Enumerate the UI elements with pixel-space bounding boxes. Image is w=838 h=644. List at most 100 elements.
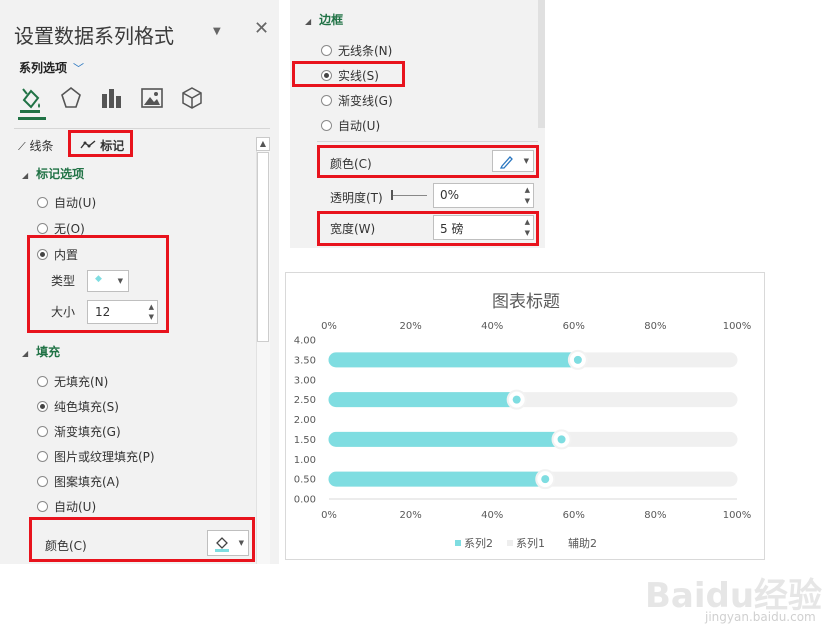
chart-legend[interactable]: 系列2 系列1 辅助2 (286, 535, 766, 551)
collapse-triangle-icon: ◢ (22, 349, 29, 358)
marker-none-label: 无(O) (54, 222, 85, 236)
fill-auto-label: 自动(U) (54, 500, 97, 514)
bottom-x-tick-label: 60% (563, 510, 585, 521)
pane-title: 设置数据系列格式 (14, 24, 174, 48)
fill-pattern-radio[interactable]: 图案填充(A) (37, 473, 120, 490)
highlight-border-width (317, 211, 539, 246)
legend-swatch (455, 540, 461, 546)
border-none-label: 无线条(N) (338, 44, 393, 58)
legend-label: 系列2 (464, 537, 493, 550)
legend-swatch (507, 540, 513, 546)
radio-circle (37, 426, 48, 437)
border-auto-label: 自动(U) (338, 119, 381, 133)
close-icon[interactable]: ✕ (254, 18, 269, 39)
marker-options-header[interactable]: ◢ 标记选项 (22, 165, 84, 182)
legend-item[interactable]: 系列1 (507, 537, 545, 550)
border-gradient-radio[interactable]: 渐变线(G) (321, 92, 393, 109)
legend-item[interactable]: 系列2 (455, 537, 493, 550)
radio-circle (37, 197, 48, 208)
y-tick-label: 1.00 (294, 455, 316, 466)
chevron-down-icon: ﹀ (73, 62, 85, 75)
bottom-x-tick-label: 0% (321, 510, 337, 521)
top-x-tick-label: 20% (399, 321, 421, 332)
fill-gradient-radio[interactable]: 渐变填充(G) (37, 423, 121, 440)
series-options-dropdown[interactable]: 系列选项 ﹀ (19, 59, 84, 76)
fill-picture-label: 图片或纹理填充(P) (54, 450, 155, 464)
radio-circle (37, 376, 48, 387)
pane-menu-chevron-icon[interactable]: ▼ (213, 26, 221, 37)
series-options-bar-icon[interactable] (100, 86, 124, 110)
transparency-spinner[interactable]: 0% ▲ ▼ (433, 183, 534, 208)
tab-line[interactable]: ⟋ 线条 (18, 137, 54, 154)
fill-pattern-label: 图案填充(A) (54, 475, 120, 489)
picture-icon[interactable] (140, 86, 164, 110)
divider (14, 128, 270, 129)
active-category-underline (18, 117, 46, 120)
highlight-builtin-marker (27, 235, 169, 333)
bar-end-marker-dot (573, 355, 582, 364)
effects-pentagon-icon[interactable] (60, 86, 82, 110)
top-x-tick-label: 80% (644, 321, 666, 332)
fill-solid-label: 纯色填充(S) (54, 400, 119, 414)
radio-circle-selected (37, 401, 48, 412)
y-tick-label: 1.50 (294, 435, 316, 446)
border-auto-radio[interactable]: 自动(U) (321, 117, 380, 134)
transparency-slider-track[interactable] (391, 195, 427, 196)
y-tick-label: 2.00 (294, 415, 316, 426)
border-none-radio[interactable]: 无线条(N) (321, 42, 392, 59)
radio-circle (321, 120, 332, 131)
transparency-label: 透明度(T) (330, 191, 383, 205)
marker-auto-radio[interactable]: 自动(U) (37, 194, 96, 211)
y-tick-label: 2.50 (294, 395, 316, 406)
border-header[interactable]: ◢ 边框 (305, 11, 343, 28)
divider (317, 141, 538, 142)
y-tick-label: 4.00 (294, 336, 316, 347)
bar-end-marker-dot (541, 475, 550, 484)
fill-title: 填充 (36, 345, 61, 359)
border-title: 边框 (319, 13, 344, 27)
y-tick-label: 3.00 (294, 375, 316, 386)
top-x-tick-label: 40% (481, 321, 503, 332)
bottom-x-tick-label: 40% (481, 510, 503, 521)
tab-line-label: 线条 (29, 139, 54, 153)
series-options-label: 系列选项 (19, 61, 68, 75)
spin-down-icon[interactable]: ▼ (525, 197, 530, 205)
legend-label: 辅助2 (568, 537, 597, 550)
highlight-solid-line (292, 61, 405, 87)
fill-none-radio[interactable]: 无填充(N) (37, 373, 108, 390)
transparency-value: 0% (440, 188, 460, 202)
line-icon: ⟋ (18, 140, 26, 153)
spin-up-icon[interactable]: ▲ (525, 186, 530, 194)
category-icon-row (18, 86, 218, 116)
scroll-up-button[interactable]: ▲ (256, 137, 270, 151)
legend-swatch (559, 540, 565, 546)
fill-gradient-label: 渐变填充(G) (54, 425, 121, 439)
chart-area[interactable]: 图表标题 4.00 3.50 3.00 2.50 2.00 1.50 1.00 0.50 0.0… (285, 272, 765, 560)
legend-label: 系列1 (516, 537, 545, 550)
border-pane-scrollbar[interactable] (538, 0, 545, 128)
fill-picture-radio[interactable]: 图片或纹理填充(P) (37, 448, 155, 465)
bottom-x-tick-label: 100% (723, 510, 752, 521)
fill-solid-radio[interactable]: 纯色填充(S) (37, 398, 119, 415)
chart-plot[interactable]: 4.00 3.50 3.00 2.50 2.00 1.50 1.00 0.50 0.00 0% 20… (286, 273, 766, 561)
transparency-slider-thumb[interactable] (391, 190, 393, 200)
highlight-marker-tab (68, 130, 133, 157)
top-x-tick-label: 0% (321, 321, 337, 332)
y-tick-label: 0.00 (294, 495, 316, 506)
legend-item[interactable]: 辅助2 (559, 537, 597, 550)
bar-end-marker-dot (512, 395, 521, 404)
3d-format-cube-icon[interactable] (180, 86, 204, 110)
bottom-x-tick-label: 80% (644, 510, 666, 521)
bar-end-marker-dot (557, 435, 566, 444)
y-tick-label: 3.50 (294, 355, 316, 366)
radio-circle (37, 451, 48, 462)
fill-line-icon[interactable] (18, 86, 44, 114)
fill-auto-radio[interactable]: 自动(U) (37, 498, 96, 515)
radio-circle (37, 501, 48, 512)
border-gradient-label: 渐变线(G) (338, 94, 393, 108)
fill-header[interactable]: ◢ 填充 (22, 343, 60, 360)
fill-none-label: 无填充(N) (54, 375, 109, 389)
radio-circle (37, 476, 48, 487)
radio-circle (321, 45, 332, 56)
scrollbar-thumb[interactable] (257, 152, 269, 342)
